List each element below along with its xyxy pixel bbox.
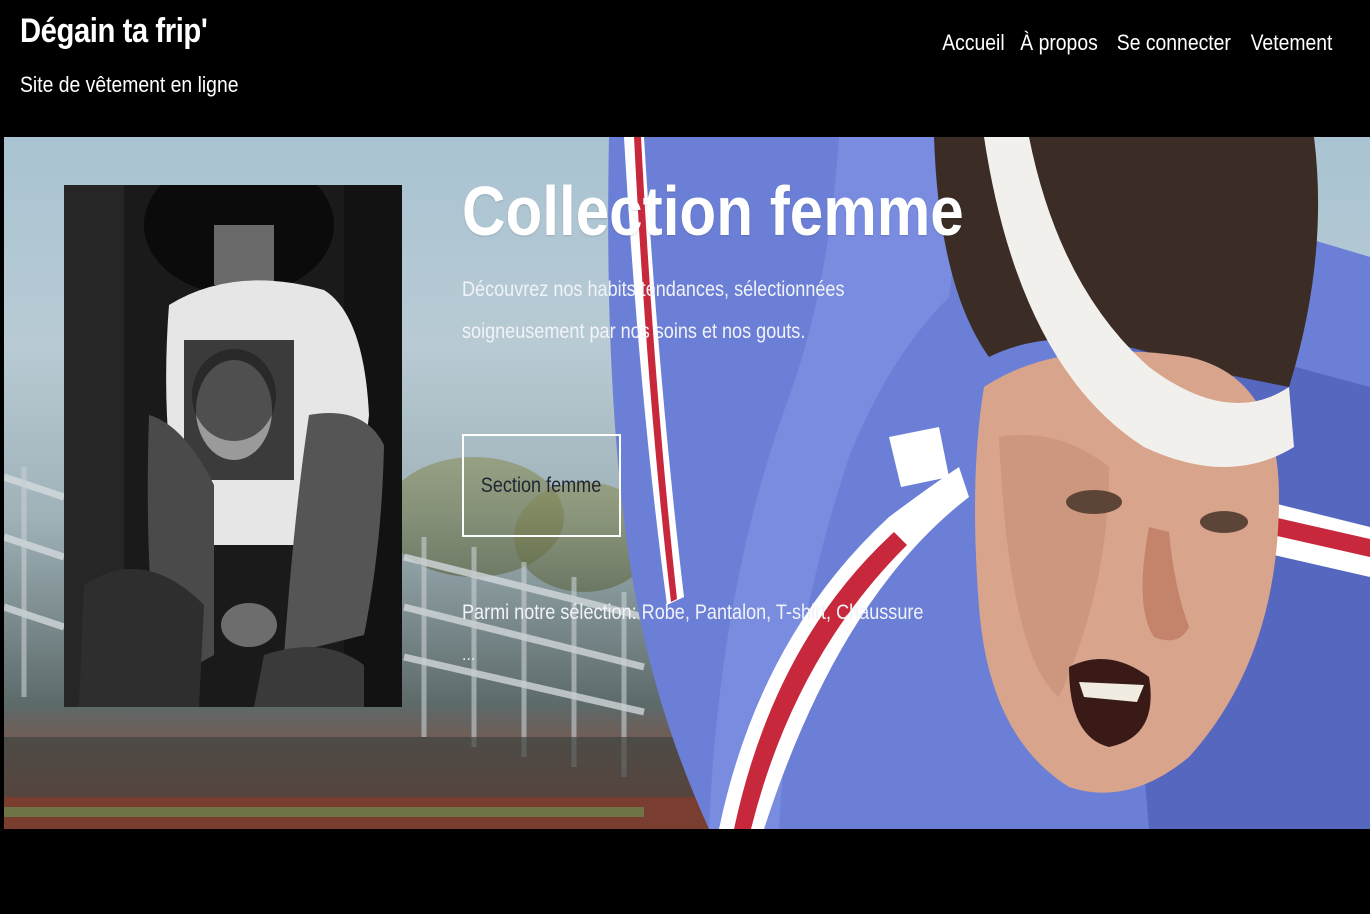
- page-footer-area: [0, 829, 1370, 914]
- site-header: Dégain ta frip' Site de vêtement en lign…: [0, 0, 1370, 137]
- brand-subtitle: Site de vêtement en ligne: [20, 72, 239, 97]
- main-nav: Accueil À propos Se connecter Vetement: [943, 30, 1333, 56]
- hero-title: Collection femme: [462, 172, 964, 250]
- brand-title[interactable]: Dégain ta frip': [20, 12, 208, 51]
- nav-link-se-connecter[interactable]: Se connecter: [1117, 30, 1231, 56]
- section-femme-button[interactable]: Section femme: [462, 434, 621, 537]
- featured-photo[interactable]: [64, 185, 402, 707]
- hero-description: Découvrez nos habits tendances, sélectio…: [462, 278, 845, 343]
- nav-link-accueil[interactable]: Accueil: [943, 30, 1005, 56]
- section-femme-button-label: Section femme: [481, 473, 602, 497]
- nav-link-a-propos[interactable]: À propos: [1021, 30, 1098, 56]
- hero-banner: Collection femme Découvrez nos habits te…: [4, 137, 1370, 829]
- nav-link-vetement[interactable]: Vetement: [1251, 30, 1333, 56]
- selection-text: Parmi notre sélection: Robe, Pantalon, T…: [462, 601, 924, 624]
- selection-ellipsis: ...: [462, 647, 476, 664]
- woman-bw-photo: [64, 185, 402, 707]
